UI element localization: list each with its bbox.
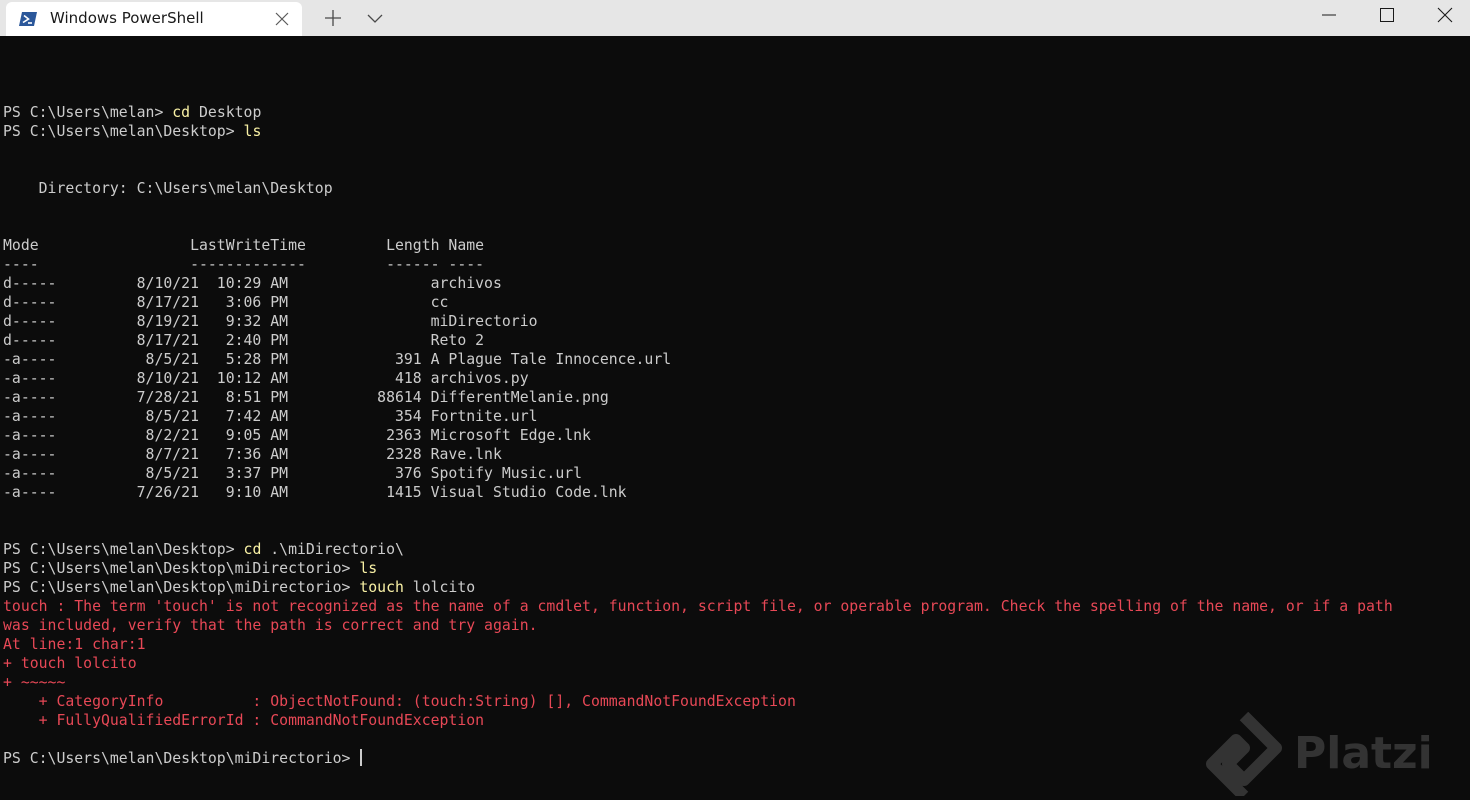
close-icon xyxy=(1437,7,1453,23)
command-args: .\miDirectorio\ xyxy=(261,541,404,558)
output-line: -a---- 7/28/21 8:51 PM 88614 DifferentMe… xyxy=(3,389,609,406)
command-args: lolcito xyxy=(403,579,476,596)
output-line: -a---- 8/5/21 7:42 AM 354 Fortnite.url xyxy=(3,408,538,425)
prompt: PS C:\Users\melan\Desktop\miDirectorio> xyxy=(3,579,360,596)
maximize-button[interactable] xyxy=(1359,0,1417,32)
maximize-icon xyxy=(1380,8,1394,22)
error-line: At line:1 char:1 xyxy=(3,636,146,653)
output-line: d----- 8/17/21 2:40 PM Reto 2 xyxy=(3,332,485,349)
close-window-button[interactable] xyxy=(1417,0,1470,32)
prompt: PS C:\Users\melan> xyxy=(3,104,173,121)
prompt: PS C:\Users\melan\Desktop> xyxy=(3,123,244,140)
powershell-icon xyxy=(19,12,37,26)
prompt: PS C:\Users\melan\Desktop> xyxy=(3,541,244,558)
tab-windows-powershell[interactable]: Windows PowerShell xyxy=(6,2,302,36)
error-line: + ~~~~~ xyxy=(3,674,66,691)
output-line: d----- 8/17/21 3:06 PM cc xyxy=(3,294,449,311)
output-line: ---- ------------- ------ ---- xyxy=(3,256,485,273)
prompt: PS C:\Users\melan\Desktop\miDirectorio> xyxy=(3,560,360,577)
command: ls xyxy=(243,123,262,140)
output-line: d----- 8/19/21 9:32 AM miDirectorio xyxy=(3,313,538,330)
output-line: -a---- 7/26/21 9:10 AM 1415 Visual Studi… xyxy=(3,484,627,501)
command-line: PS C:\Users\melan\Desktop\miDirectorio> … xyxy=(3,578,1393,597)
command: ls xyxy=(359,560,378,577)
error-line: was included, verify that the path is co… xyxy=(3,617,538,634)
output-line: Directory: C:\Users\melan\Desktop xyxy=(3,180,333,197)
close-tab-icon[interactable] xyxy=(274,11,290,27)
command-line: PS C:\Users\melan\Desktop> cd .\miDirect… xyxy=(3,540,1393,559)
platzi-logo-icon xyxy=(1206,711,1282,800)
tab-title: Windows PowerShell xyxy=(50,9,204,27)
output-line: -a---- 8/10/21 10:12 AM 418 archivos.py xyxy=(3,370,529,387)
output-line: Mode LastWriteTime Length Name xyxy=(3,237,485,254)
command-args: Desktop xyxy=(190,104,262,121)
output-line: d----- 8/10/21 10:29 AM archivos xyxy=(3,275,502,292)
command-line: PS C:\Users\melan\Desktop\miDirectorio> … xyxy=(3,559,1393,578)
new-tab-plus-icon[interactable] xyxy=(322,7,344,29)
input-prompt-line: PS C:\Users\melan\Desktop\miDirectorio> xyxy=(3,749,1393,768)
output-line: -a---- 8/2/21 9:05 AM 2363 Microsoft Edg… xyxy=(3,427,591,444)
output-line: -a---- 8/7/21 7:36 AM 2328 Rave.lnk xyxy=(3,446,502,463)
command: cd xyxy=(243,541,262,558)
chevron-down-icon[interactable] xyxy=(364,7,386,29)
terminal-output: PS C:\Users\melan> cd Desktop PS C:\Users… xyxy=(3,84,1393,768)
prompt: PS C:\Users\melan\Desktop\miDirectorio> xyxy=(3,750,360,767)
title-bar: Windows PowerShell xyxy=(0,0,1470,36)
command: cd xyxy=(172,104,191,121)
output-line: -a---- 8/5/21 5:28 PM 391 A Plague Tale … xyxy=(3,351,672,368)
platzi-watermark: Platzi xyxy=(1206,711,1433,800)
watermark-text: Platzi xyxy=(1294,728,1433,779)
error-line: + CategoryInfo : ObjectNotFound: (touch:… xyxy=(3,693,796,710)
text-cursor[interactable] xyxy=(360,749,363,766)
minimize-icon xyxy=(1322,14,1336,16)
error-line: + touch lolcito xyxy=(3,655,137,672)
command: touch xyxy=(359,579,404,596)
output-line: -a---- 8/5/21 3:37 PM 376 Spotify Music.… xyxy=(3,465,583,482)
command-line: PS C:\Users\melan\Desktop> ls xyxy=(3,122,1393,141)
command-line: PS C:\Users\melan> cd Desktop xyxy=(3,103,1393,122)
terminal-window[interactable]: PS C:\Users\melan> cd Desktop PS C:\Users… xyxy=(0,36,1470,800)
minimize-button[interactable] xyxy=(1301,0,1359,32)
error-line: touch : The term 'touch' is not recogniz… xyxy=(3,598,1393,615)
error-line: + FullyQualifiedErrorId : CommandNotFoun… xyxy=(3,712,485,729)
